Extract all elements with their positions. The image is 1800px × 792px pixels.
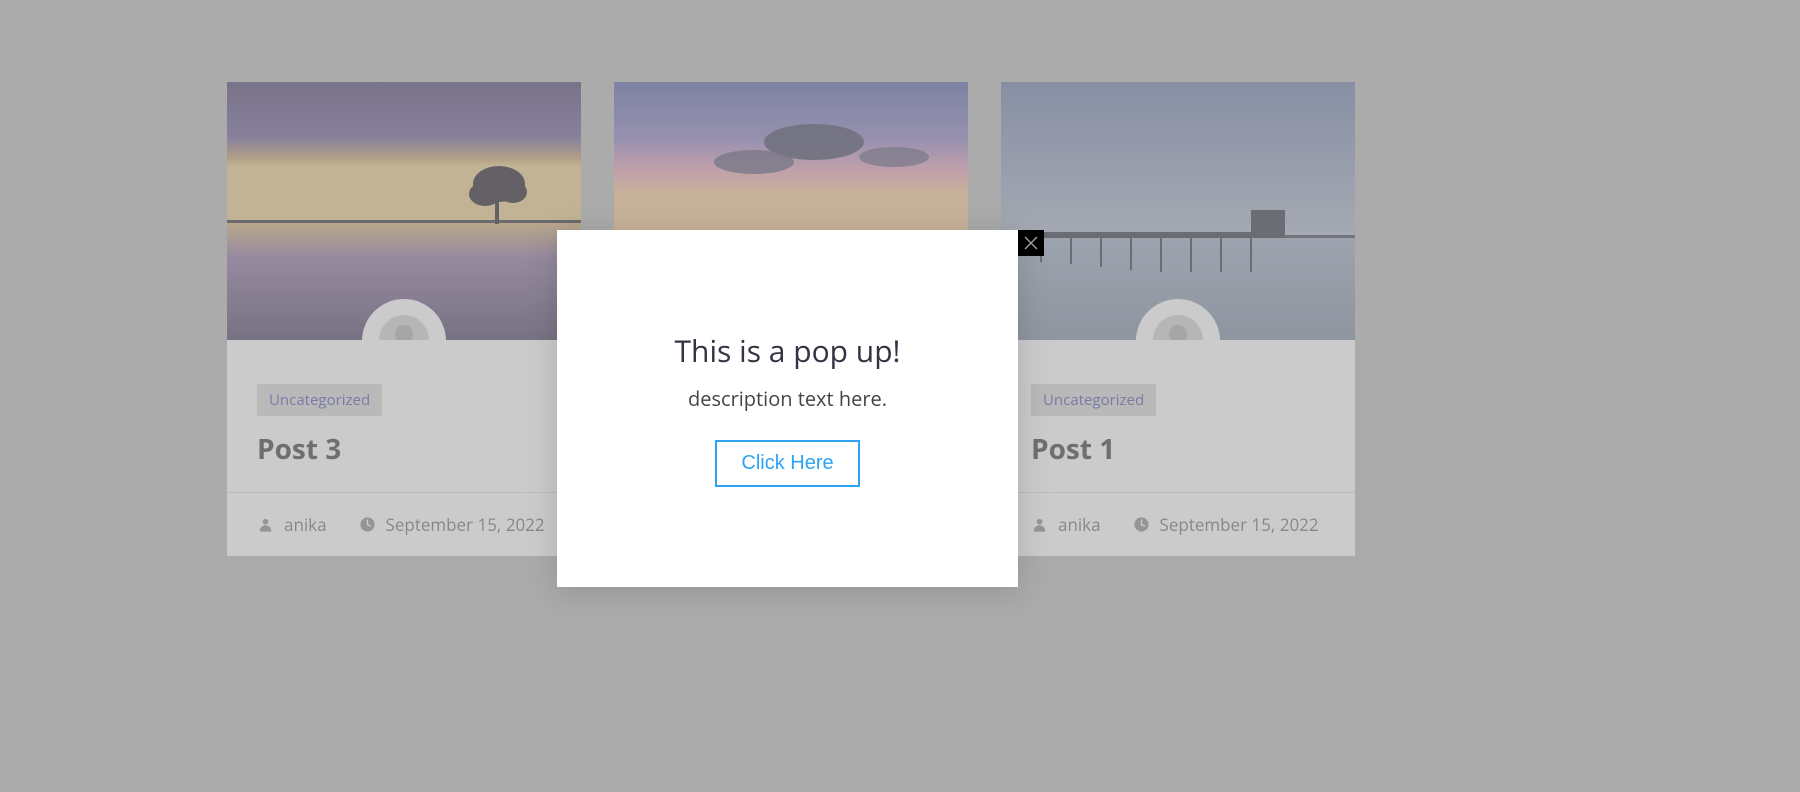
post-meta: anika September 15, 2022 — [1001, 492, 1355, 556]
post-image — [227, 82, 581, 340]
clock-icon — [359, 516, 376, 533]
popup-description: description text here. — [688, 385, 887, 412]
post-date: September 15, 2022 — [386, 513, 545, 536]
close-button[interactable] — [1018, 230, 1044, 256]
post-card[interactable]: Uncategorized Post 1 anika September 15,… — [1001, 82, 1355, 556]
post-image — [1001, 82, 1355, 340]
post-title[interactable]: Post 1 — [1031, 430, 1325, 468]
post-body: Uncategorized Post 1 — [1001, 340, 1355, 492]
close-icon — [1024, 236, 1038, 250]
post-category-badge[interactable]: Uncategorized — [257, 384, 382, 416]
post-title[interactable]: Post 3 — [257, 430, 551, 468]
post-meta: anika September 15, 2022 — [227, 492, 581, 556]
popup-cta-button[interactable]: Click Here — [715, 440, 859, 487]
post-date: September 15, 2022 — [1160, 513, 1319, 536]
clock-icon — [1133, 516, 1150, 533]
popup-title: This is a pop up! — [675, 330, 901, 371]
popup-modal: This is a pop up! description text here.… — [557, 230, 1018, 587]
post-category-badge[interactable]: Uncategorized — [1031, 384, 1156, 416]
post-author[interactable]: anika — [1058, 513, 1101, 536]
post-author[interactable]: anika — [284, 513, 327, 536]
post-body: Uncategorized Post 3 — [227, 340, 581, 492]
user-icon — [257, 516, 274, 533]
user-icon — [1031, 516, 1048, 533]
post-card[interactable]: Uncategorized Post 3 anika September 15,… — [227, 82, 581, 556]
